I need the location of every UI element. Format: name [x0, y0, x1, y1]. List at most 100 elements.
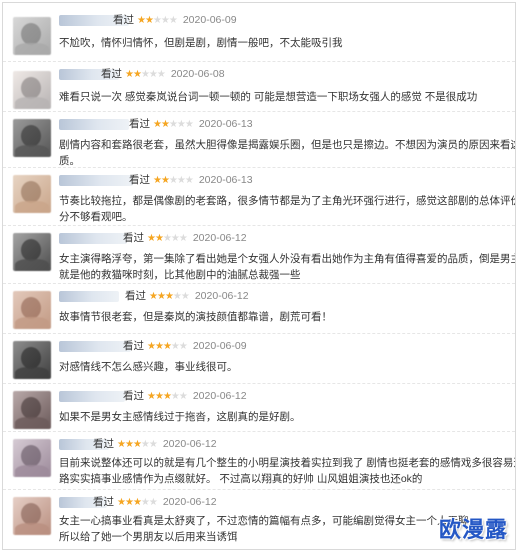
- divider: [3, 283, 515, 285]
- star-empty-icon: ★: [184, 119, 194, 130]
- star-empty-icon: ★: [148, 439, 158, 450]
- divider: [3, 431, 515, 433]
- watched-label: 看过: [113, 14, 134, 26]
- star-empty-icon: ★: [178, 233, 188, 244]
- star-filled-icon: ★: [156, 291, 166, 302]
- review-meta: 看过 ★★★★★ 2020-06-13: [129, 118, 253, 131]
- star-empty-icon: ★: [140, 497, 150, 508]
- review-meta: 看过 ★★★★★ 2020-06-12: [123, 390, 247, 403]
- divider: [3, 489, 515, 491]
- rating-stars: ★★★★★: [153, 119, 194, 131]
- watched-label: 看过: [93, 496, 114, 508]
- username-redacted[interactable]: [59, 391, 125, 402]
- star-filled-icon: ★: [125, 69, 134, 80]
- rating-stars: ★★★★★: [147, 391, 188, 403]
- review-meta: 看过 ★★★★★ 2020-06-12: [123, 232, 247, 245]
- review-text: 女主演得略浮夸，第一集除了看出她是个女强人外没有看出她作为主角有值得喜爱的品质，…: [59, 253, 516, 265]
- rating-stars: ★★★★★: [147, 341, 188, 353]
- star-empty-icon: ★: [170, 233, 180, 244]
- avatar[interactable]: [13, 17, 51, 55]
- username-redacted[interactable]: [59, 175, 133, 186]
- star-empty-icon: ★: [184, 175, 194, 186]
- avatar[interactable]: [13, 119, 51, 157]
- avatar[interactable]: [13, 233, 51, 271]
- divider: [3, 61, 515, 63]
- watched-label: 看过: [129, 174, 150, 186]
- review-text: 目前来说整体还可以的就是有几个整生的小明星演技着实拉到我了 剧情也挺老套的感情戏…: [59, 457, 516, 469]
- watched-label: 看过: [125, 290, 146, 302]
- divider: [3, 111, 515, 113]
- username-redacted[interactable]: [59, 291, 119, 302]
- review-date: 2020-06-12: [194, 290, 249, 302]
- star-empty-icon: ★: [140, 439, 150, 450]
- avatar[interactable]: [13, 439, 51, 477]
- avatar[interactable]: [13, 175, 51, 213]
- avatar[interactable]: [13, 71, 51, 109]
- star-filled-icon: ★: [153, 119, 162, 130]
- review-text: 难看只说一次 感觉秦岚说台词一顿一顿的 可能是想营造一下职场女强人的感觉 不是很…: [59, 91, 478, 103]
- star-empty-icon: ★: [156, 69, 166, 80]
- review-date: 2020-06-08: [170, 68, 225, 80]
- star-filled-icon: ★: [164, 291, 174, 302]
- star-filled-icon: ★: [160, 175, 170, 186]
- review-text: 女主一心搞事业看真是太舒爽了，不过恋情的篇幅有点多，可能编剧觉得女主一个人无聊，: [59, 515, 479, 527]
- review-date: 2020-06-13: [198, 118, 253, 130]
- review-date: 2020-06-12: [162, 496, 217, 508]
- review-text: 故事情节很老套，但是秦岚的演技颜值都靠谱，剧荒可看！: [59, 311, 332, 323]
- review-meta: 看过 ★★★★★ 2020-06-13: [129, 174, 253, 187]
- avatar[interactable]: [13, 341, 51, 379]
- watched-label: 看过: [101, 68, 122, 80]
- star-empty-icon: ★: [168, 15, 178, 26]
- review-text: 剧情内容和套路很老套，虽然大胆得像是揭露娱乐圈，但是也只是擦边。不想因为演员的原…: [59, 139, 516, 151]
- review-text: 分不够看观吧。: [59, 211, 133, 223]
- watermark: 欧漫露: [438, 518, 508, 543]
- review-date: 2020-06-12: [192, 390, 247, 402]
- review-text: 节奏比较拖拉，都是偶像剧的老套路，很多情节都是为了主角光环强行进行，感觉这部剧的…: [59, 195, 516, 207]
- divider: [3, 383, 515, 385]
- review-date: 2020-06-13: [198, 174, 253, 186]
- rating-stars: ★★★★★: [137, 15, 178, 27]
- avatar[interactable]: [13, 291, 51, 329]
- rating-stars: ★★★★★: [125, 69, 166, 81]
- star-filled-icon: ★: [154, 233, 164, 244]
- star-empty-icon: ★: [170, 391, 180, 402]
- review-date: 2020-06-12: [192, 232, 247, 244]
- username-redacted[interactable]: [59, 233, 127, 244]
- star-filled-icon: ★: [137, 15, 146, 26]
- star-filled-icon: ★: [162, 391, 172, 402]
- avatar[interactable]: [13, 391, 51, 429]
- star-filled-icon: ★: [124, 497, 134, 508]
- review-meta: 看过 ★★★★★ 2020-06-12: [93, 496, 217, 509]
- watched-label: 看过: [123, 232, 144, 244]
- star-filled-icon: ★: [154, 391, 164, 402]
- watched-label: 看过: [123, 340, 144, 352]
- star-empty-icon: ★: [140, 69, 150, 80]
- star-filled-icon: ★: [147, 341, 156, 352]
- review-date: 2020-06-09: [192, 340, 247, 352]
- username-redacted[interactable]: [59, 341, 131, 352]
- star-filled-icon: ★: [160, 119, 170, 130]
- review-date: 2020-06-12: [162, 438, 217, 450]
- review-meta: 看过 ★★★★★ 2020-06-09: [123, 340, 247, 353]
- avatar[interactable]: [13, 497, 51, 535]
- watched-label: 看过: [93, 438, 114, 450]
- username-redacted[interactable]: [59, 119, 129, 130]
- review-meta: 看过 ★★★★★ 2020-06-08: [101, 68, 225, 81]
- review-text: 所以给了她一个男朋友以后用来当诱饵: [59, 531, 238, 543]
- star-filled-icon: ★: [132, 439, 142, 450]
- rating-stars: ★★★★★: [153, 175, 194, 187]
- watched-label: 看过: [123, 390, 144, 402]
- star-filled-icon: ★: [117, 497, 126, 508]
- rating-stars: ★★★★★: [117, 497, 158, 509]
- star-empty-icon: ★: [160, 15, 170, 26]
- star-filled-icon: ★: [149, 291, 158, 302]
- star-filled-icon: ★: [124, 439, 134, 450]
- star-filled-icon: ★: [153, 175, 162, 186]
- star-empty-icon: ★: [162, 233, 172, 244]
- star-empty-icon: ★: [148, 69, 158, 80]
- review-list: 看过 ★★★★★ 2020-06-09 不尬吹，情怀归情怀，但剧是剧，剧情一般吧，不太…: [2, 2, 516, 550]
- review-text: 对感情线不怎么感兴趣，事业线很可。: [59, 361, 238, 373]
- rating-stars: ★★★★★: [149, 291, 190, 303]
- review-meta: 看过 ★★★★★ 2020-06-12: [125, 290, 249, 303]
- star-empty-icon: ★: [178, 391, 188, 402]
